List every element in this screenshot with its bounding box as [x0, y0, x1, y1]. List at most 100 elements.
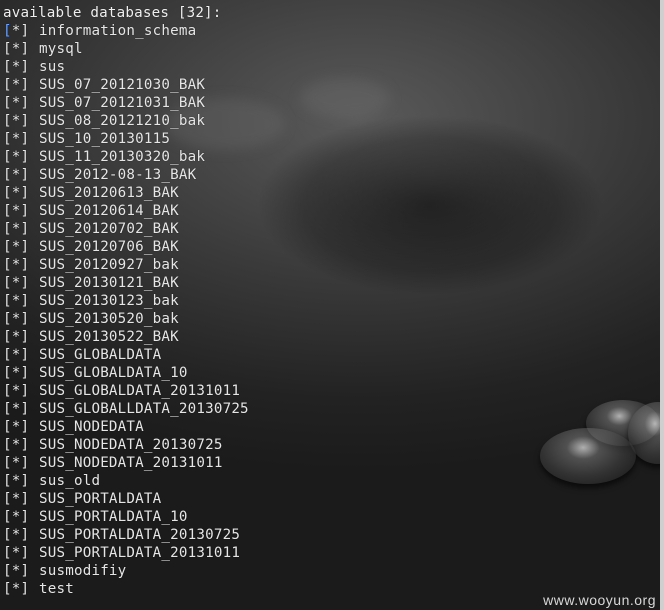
database-name: SUS_20130123_bak	[39, 293, 179, 309]
list-marker: [*]	[3, 77, 30, 93]
database-list-item: [*] SUS_20130520_bak	[3, 310, 658, 328]
database-name: SUS_08_20121210_bak	[39, 113, 206, 129]
database-list-item: [*] SUS_20120702_BAK	[3, 220, 658, 238]
cursor-highlight: [	[3, 23, 12, 39]
list-marker: [*]	[3, 149, 30, 165]
database-list-item: [*] SUS_NODEDATA	[3, 418, 658, 436]
database-name: SUS_NODEDATA_20131011	[39, 455, 223, 471]
database-name: SUS_20130121_BAK	[39, 275, 179, 291]
database-list-item: [*] information_schema	[3, 22, 658, 40]
database-name: susmodifiy	[39, 563, 127, 579]
database-name: sus	[39, 59, 66, 75]
database-name: test	[39, 581, 74, 597]
list-marker: [*]	[3, 257, 30, 273]
list-marker: [*]	[3, 491, 30, 507]
database-list-item: [*] SUS_08_20121210_bak	[3, 112, 658, 130]
list-marker: [*]	[3, 383, 30, 399]
database-name: SUS_GLOBALDATA	[39, 347, 162, 363]
database-name: SUS_2012-08-13_BAK	[39, 167, 197, 183]
list-marker: [*]	[3, 293, 30, 309]
database-list-item: [*] SUS_07_20121030_BAK	[3, 76, 658, 94]
database-list-item: [*] SUS_GLOBALDATA_20131011	[3, 382, 658, 400]
database-list-item: [*] SUS_PORTALDATA_20131011	[3, 544, 658, 562]
list-marker: [*]	[3, 311, 30, 327]
database-list-item: [*] SUS_20120614_BAK	[3, 202, 658, 220]
list-marker: [*]	[3, 509, 30, 525]
list-marker: [*]	[3, 365, 30, 381]
database-name: SUS_GLOBALDATA_10	[39, 365, 188, 381]
database-list-item: [*] SUS_2012-08-13_BAK	[3, 166, 658, 184]
list-marker: [*]	[3, 221, 30, 237]
database-list-item: [*] SUS_PORTALDATA	[3, 490, 658, 508]
list-marker: [*]	[3, 527, 30, 543]
database-list-item: [*] SUS_20130522_BAK	[3, 328, 658, 346]
list-marker: [*]	[3, 563, 30, 579]
list-marker: [*]	[3, 401, 30, 417]
list-marker: [*]	[3, 473, 30, 489]
list-marker: [*]	[3, 239, 30, 255]
list-marker: [*]	[3, 203, 30, 219]
list-marker: [*]	[3, 113, 30, 129]
database-name: mysql	[39, 41, 83, 57]
watermark: www.wooyun.org	[543, 592, 656, 608]
database-list-item: [*] SUS_20120706_BAK	[3, 238, 658, 256]
database-name: SUS_20120706_BAK	[39, 239, 179, 255]
database-list-item: [*] SUS_GLOBALDATA	[3, 346, 658, 364]
database-name: SUS_07_20121031_BAK	[39, 95, 206, 111]
database-list-item: [*] sus	[3, 58, 658, 76]
databases-header: available databases [32]:	[3, 5, 222, 21]
list-marker: [*]	[3, 41, 30, 57]
list-marker: [*]	[3, 131, 30, 147]
database-list: [*] information_schema [*] mysql [*] sus [*] SU…	[3, 22, 658, 598]
database-list-item: [*] SUS_NODEDATA_20130725	[3, 436, 658, 454]
database-name: SUS_20120613_BAK	[39, 185, 179, 201]
database-list-item: [*] SUS_GLOBALDATA_10	[3, 364, 658, 382]
database-list-item: [*] SUS_20120613_BAK	[3, 184, 658, 202]
database-name: SUS_PORTALDATA_20130725	[39, 527, 241, 543]
list-marker: [*]	[3, 167, 30, 183]
database-list-item: [*] sus_old	[3, 472, 658, 490]
database-list-item: [*] susmodifiy	[3, 562, 658, 580]
database-name: SUS_PORTALDATA_20131011	[39, 545, 241, 561]
database-list-item: [*] SUS_11_20130320_bak	[3, 148, 658, 166]
list-marker: [*]	[3, 347, 30, 363]
list-marker: [*]	[3, 455, 30, 471]
database-name: SUS_PORTALDATA_10	[39, 509, 188, 525]
list-marker: [*]	[3, 275, 30, 291]
database-name: information_schema	[39, 23, 197, 39]
database-list-item: [*] SUS_10_20130115	[3, 130, 658, 148]
list-marker: [*]	[3, 95, 30, 111]
database-list-item: [*] SUS_NODEDATA_20131011	[3, 454, 658, 472]
database-list-item: [*] SUS_PORTALDATA_20130725	[3, 526, 658, 544]
database-name: SUS_20130520_bak	[39, 311, 179, 327]
terminal-window[interactable]: available databases [32]: [*] information…	[0, 0, 664, 610]
database-list-item: [*] mysql	[3, 40, 658, 58]
database-list-item: [*] SUS_PORTALDATA_10	[3, 508, 658, 526]
database-name: SUS_20120614_BAK	[39, 203, 179, 219]
list-marker: [*]	[3, 437, 30, 453]
database-name: SUS_20120702_BAK	[39, 221, 179, 237]
database-name: SUS_07_20121030_BAK	[39, 77, 206, 93]
database-name: SUS_NODEDATA	[39, 419, 144, 435]
database-name: SUS_11_20130320_bak	[39, 149, 206, 165]
database-name: SUS_NODEDATA_20130725	[39, 437, 223, 453]
database-list-item: [*] SUS_20130123_bak	[3, 292, 658, 310]
database-list-item: [*] SUS_07_20121031_BAK	[3, 94, 658, 112]
database-name: SUS_20130522_BAK	[39, 329, 179, 345]
database-list-item: [*] SUS_20130121_BAK	[3, 274, 658, 292]
list-marker: [*]	[3, 545, 30, 561]
list-marker: [*]	[3, 185, 30, 201]
list-marker: [*]	[3, 581, 30, 597]
database-name: SUS_GLOBALLDATA_20130725	[39, 401, 249, 417]
database-name: SUS_20120927_bak	[39, 257, 179, 273]
terminal-output: available databases [32]: [*] information…	[3, 4, 658, 598]
list-marker: [*]	[3, 419, 30, 435]
database-list-item: [*] SUS_GLOBALLDATA_20130725	[3, 400, 658, 418]
list-marker: [*]	[3, 59, 30, 75]
database-name: SUS_10_20130115	[39, 131, 171, 147]
database-list-item: [*] SUS_20120927_bak	[3, 256, 658, 274]
database-name: sus_old	[39, 473, 101, 489]
list-marker: [*]	[3, 23, 30, 39]
database-name: SUS_GLOBALDATA_20131011	[39, 383, 241, 399]
database-name: SUS_PORTALDATA	[39, 491, 162, 507]
